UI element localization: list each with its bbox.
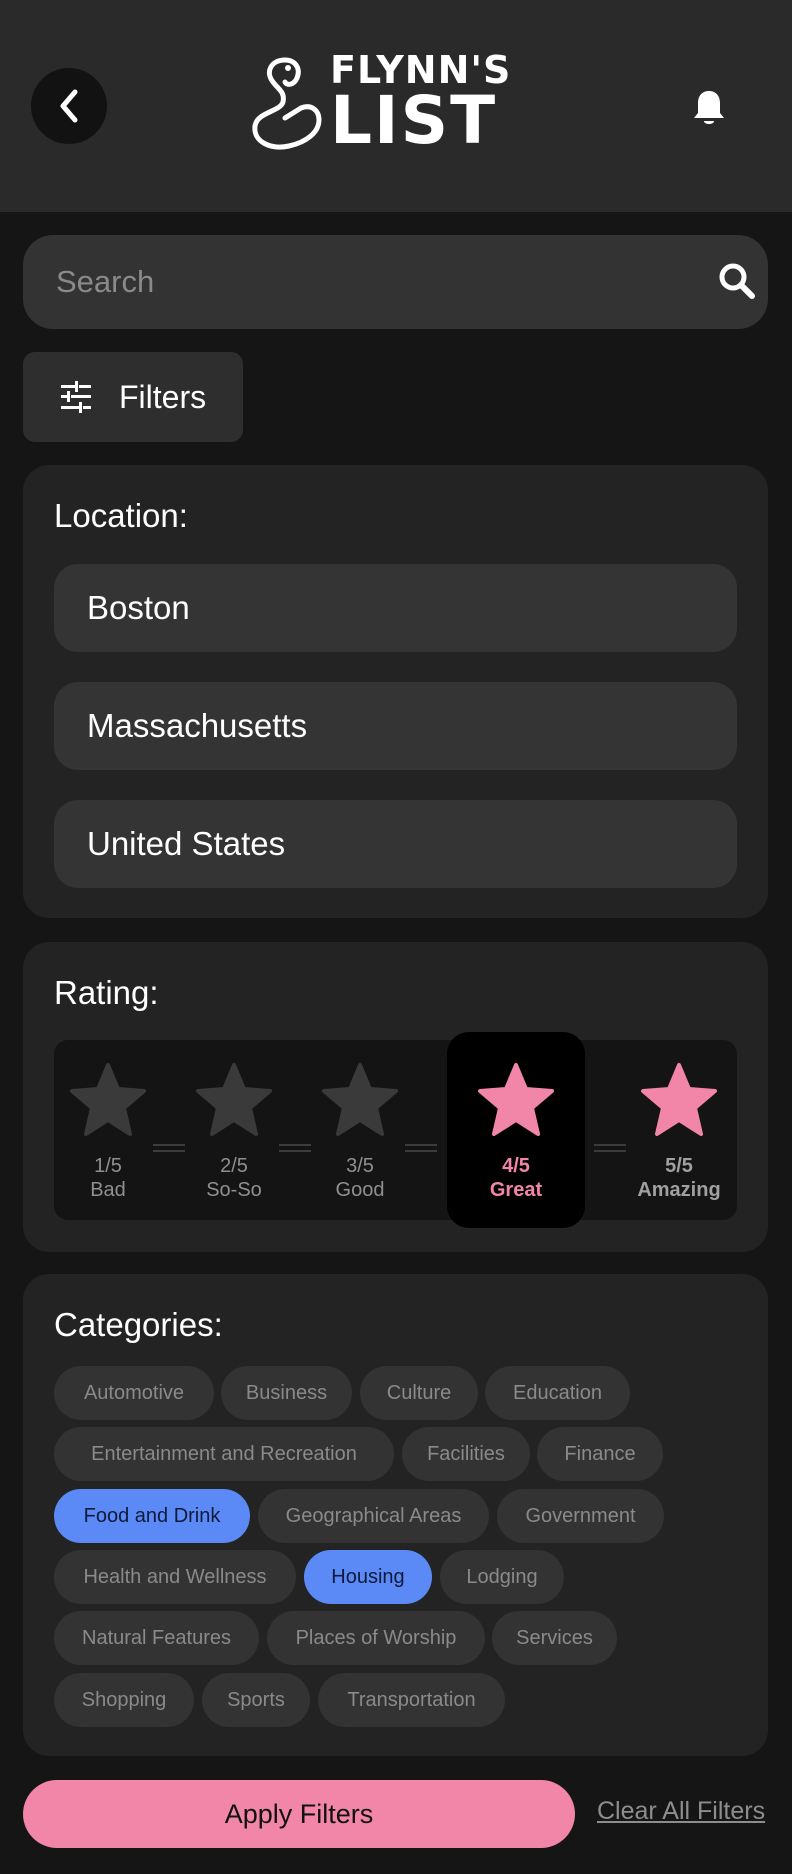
star-icon — [641, 1063, 717, 1136]
search-icon[interactable] — [717, 261, 757, 301]
chevron-left-icon — [60, 89, 78, 123]
rating-separator — [405, 1144, 437, 1152]
category-chip[interactable]: Shopping — [54, 1673, 194, 1727]
star-icon — [196, 1063, 272, 1136]
category-chip[interactable]: Transportation — [318, 1673, 505, 1727]
rating-option-2[interactable]: 2/5 So-So — [184, 1040, 284, 1220]
rating-title: Rating: — [54, 974, 159, 1011]
category-chip[interactable]: Business — [221, 1366, 352, 1420]
category-chip[interactable]: Government — [497, 1489, 664, 1543]
rating-selector: 1/5 Bad 2/5 So-So 3/5 Good 4/5 Great 5/5… — [54, 1032, 737, 1228]
rating-separator — [279, 1144, 311, 1152]
star-icon — [322, 1063, 398, 1136]
sliders-icon — [61, 381, 91, 413]
category-chip[interactable]: Geographical Areas — [258, 1489, 489, 1543]
location-city[interactable]: Boston — [54, 564, 737, 652]
filters-button[interactable]: Filters — [23, 352, 243, 442]
category-chip[interactable]: Lodging — [440, 1550, 564, 1604]
search-input[interactable] — [56, 235, 656, 329]
rating-option-5[interactable]: 5/5 Amazing — [629, 1040, 729, 1220]
category-chip[interactable]: Education — [485, 1366, 630, 1420]
location-title: Location: — [54, 497, 188, 534]
filters-label: Filters — [119, 379, 207, 415]
star-icon — [478, 1063, 554, 1136]
clear-all-filters-link[interactable]: Clear All Filters — [597, 1797, 765, 1826]
logo-text-bottom: LIST — [330, 82, 498, 159]
swan-logo — [252, 57, 322, 150]
category-chip[interactable]: Sports — [202, 1673, 310, 1727]
category-chip[interactable]: Culture — [360, 1366, 478, 1420]
rating-num: 5/5 — [665, 1155, 693, 1177]
location-state[interactable]: Massachusetts — [54, 682, 737, 770]
rating-num: 4/5 — [502, 1155, 530, 1177]
rating-num: 2/5 — [220, 1155, 248, 1177]
apply-filters-button[interactable]: Apply Filters — [23, 1780, 575, 1848]
category-chip[interactable]: Entertainment and Recreation — [54, 1427, 394, 1481]
rating-option-1[interactable]: 1/5 Bad — [58, 1040, 158, 1220]
location-panel: Location: Boston Massachusetts United St… — [23, 465, 768, 918]
category-chip[interactable]: Health and Wellness — [54, 1550, 296, 1604]
rating-word: So-So — [206, 1179, 262, 1201]
category-chip[interactable]: Services — [492, 1611, 617, 1665]
rating-option-4[interactable]: 4/5 Great — [447, 1032, 585, 1228]
rating-option-3[interactable]: 3/5 Good — [310, 1040, 410, 1220]
back-button[interactable] — [31, 68, 107, 144]
rating-word: Bad — [90, 1179, 126, 1201]
rating-panel: Rating: 1/5 Bad 2/5 So-So 3/5 Good 4/5 G… — [23, 942, 768, 1252]
category-chip[interactable]: Automotive — [54, 1366, 214, 1420]
rating-separator — [153, 1144, 185, 1152]
rating-word: Amazing — [637, 1179, 721, 1201]
category-chip[interactable]: Facilities — [402, 1427, 530, 1481]
rating-word: Great — [489, 1179, 543, 1201]
categories-title: Categories: — [54, 1306, 223, 1343]
app-header: FLYNN'S LIST — [0, 0, 792, 212]
rating-word: Good — [335, 1179, 385, 1201]
category-chip[interactable]: Finance — [537, 1427, 663, 1481]
category-chip[interactable]: Places of Worship — [267, 1611, 485, 1665]
location-country[interactable]: United States — [54, 800, 737, 888]
rating-num: 1/5 — [94, 1155, 122, 1177]
flynns-list-logo: FLYNN'S LIST — [245, 50, 520, 159]
category-chip-selected[interactable]: Housing — [304, 1550, 432, 1604]
search-bar — [23, 235, 768, 329]
categories-panel: Categories: Automotive Business Culture … — [23, 1274, 768, 1756]
rating-separator — [594, 1144, 626, 1152]
rating-num: 3/5 — [346, 1155, 374, 1177]
category-chip[interactable]: Natural Features — [54, 1611, 259, 1665]
category-chip-selected[interactable]: Food and Drink — [54, 1489, 250, 1543]
bell-icon[interactable] — [692, 88, 726, 128]
star-icon — [70, 1063, 146, 1136]
